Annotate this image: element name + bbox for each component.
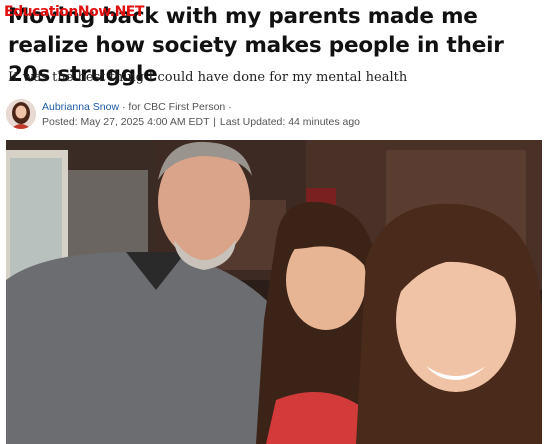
article-dek: It was the best thing I could have done …: [8, 70, 408, 85]
dot-separator: ·: [228, 101, 232, 113]
author-link[interactable]: Aubrianna Snow: [42, 101, 119, 113]
byline-line-2: Posted: May 27, 2025 4:00 AM EDT | Last …: [42, 116, 360, 128]
site-watermark: EducationNow.NET: [4, 4, 144, 20]
byline-line-1: Aubrianna Snow · for CBC First Person ·: [42, 101, 232, 113]
author-avatar[interactable]: [6, 99, 36, 129]
posted-date: Posted: May 27, 2025 4:00 AM EDT: [42, 116, 210, 128]
hero-photo[interactable]: [6, 140, 542, 444]
updated-date: Last Updated: 44 minutes ago: [219, 116, 361, 128]
author-source: for CBC First Person: [128, 101, 226, 113]
byline: Aubrianna Snow · for CBC First Person · …: [6, 99, 536, 129]
pipe-separator: |: [213, 116, 219, 128]
